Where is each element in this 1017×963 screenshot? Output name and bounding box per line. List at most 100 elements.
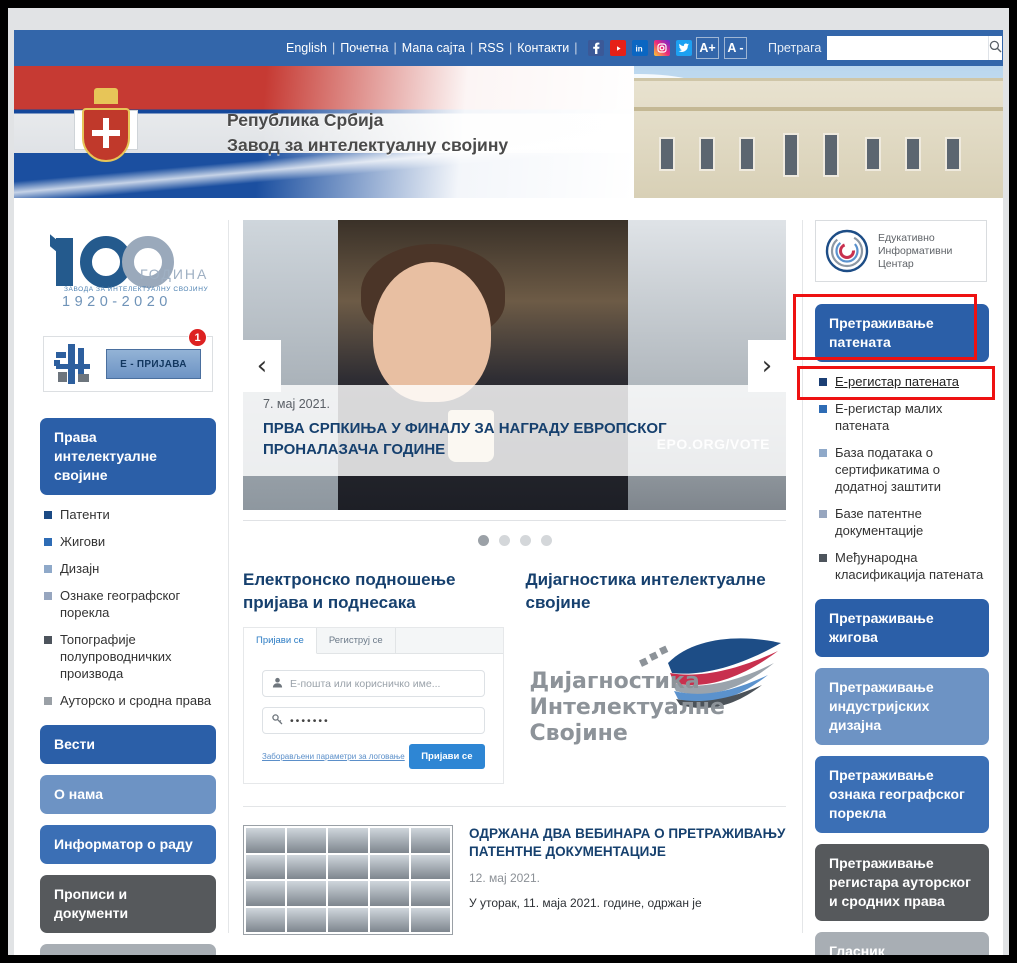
sidebar-button-trademark-search[interactable]: Претраживање жигова [815, 599, 989, 657]
password-field[interactable]: ••••••• [262, 707, 485, 734]
carousel-prev-button[interactable]: ‹ [243, 340, 281, 392]
coat-of-arms-icon [74, 86, 138, 178]
patent-item-documentation-bases[interactable]: Базе патентне документације [819, 505, 989, 539]
twitter-icon[interactable] [676, 40, 693, 56]
centenary-subtitle: ЗАВОДА ЗА ИНТЕЛЕКТУАЛНУ СВОЈИНУ [64, 286, 209, 293]
username-field[interactable]: Е-пошта или корисничко име... [262, 670, 485, 697]
sidebar-button-about-us[interactable]: О нама [40, 775, 216, 814]
login-form: Е-пошта или корисничко име... ••••••• За… [244, 654, 503, 783]
sidebar-button-regulations[interactable]: Прописи и документи [40, 875, 216, 933]
carousel-caption[interactable]: 7. мај 2021. ПРВА СРПКИЊА У ФИНАЛУ ЗА НА… [243, 385, 786, 476]
banner-building-photo [633, 78, 1003, 198]
login-actions: Заборављени параметри за логовање Пријав… [262, 744, 485, 769]
banner-title: Република Србија Завод за интелектуалну … [227, 108, 508, 158]
bullet-icon [44, 592, 52, 600]
sidebar-button-design-search[interactable]: Претраживање индустријских дизајна [815, 668, 989, 745]
carousel-dot-1[interactable] [477, 535, 489, 546]
educational-center-logo[interactable]: Едукативно Информативни Центар [815, 220, 987, 282]
bullet-icon [819, 378, 827, 386]
sidebar-button-work-informator[interactable]: Информатор о раду [40, 825, 216, 864]
sidebar-button-news[interactable]: Вести [40, 725, 216, 764]
banner-title-line2: Завод за интелектуалну својину [227, 135, 509, 155]
news-title[interactable]: ОДРЖАНА ДВА ВЕБИНАРА О ПРЕТРАЖИВАЊУ ПАТЕ… [469, 825, 786, 861]
rights-item-topographies[interactable]: Топографије полупроводничких производа [44, 631, 216, 682]
login-tabs: Пријави се Региструј се [244, 628, 503, 654]
top-link-contacts[interactable]: Контакти [517, 41, 569, 55]
diagnostics-heading: Дијагностика интелектуалне својине [525, 570, 766, 612]
font-increase-button[interactable]: A+ [696, 37, 719, 59]
patent-item-label: Е-регистар малих патената [835, 401, 943, 433]
rights-item-label: Жигови [60, 534, 106, 549]
sidebar-button-rights-infringement[interactable]: Повреда права интелектуалне својине [40, 944, 216, 955]
bullet-icon [819, 405, 827, 413]
news-item: ОДРЖАНА ДВА ВЕБИНАРА О ПРЕТРАЖИВАЊУ ПАТЕ… [243, 806, 786, 935]
patent-item-spc-database[interactable]: База података о сертификатима о додатној… [819, 444, 989, 495]
youtube-icon[interactable] [610, 40, 627, 56]
bullet-icon [44, 511, 52, 519]
nav-separator: | [393, 41, 397, 55]
rights-item-label: Ознаке географског порекла [60, 588, 181, 620]
rights-item-copyright[interactable]: Ауторско и сродна права [44, 692, 216, 709]
diagnostics-word-2: Интелектуалне [529, 695, 725, 720]
page-content: ГОДИНА ЗАВОДА ЗА ИНТЕЛЕКТУАЛНУ СВОЈИНУ 1… [14, 198, 1003, 955]
carousel-dot-3[interactable] [519, 535, 531, 546]
patent-item-label: Међународна класификација патената [835, 550, 984, 582]
instagram-icon[interactable] [654, 40, 671, 56]
sidebar-button-rights[interactable]: Права интелектуалне својине [40, 418, 216, 495]
rights-item-geo-indications[interactable]: Ознаке географског порекла [44, 587, 216, 621]
patent-item-label: Базе патентне документације [835, 506, 924, 538]
font-decrease-button[interactable]: A - [724, 37, 747, 59]
nav-separator: | [470, 41, 474, 55]
search-input[interactable] [827, 36, 989, 60]
e-prijava-button[interactable]: Е - ПРИЈАВА [106, 349, 201, 379]
bullet-icon [44, 538, 52, 546]
carousel-watermark: EPO.ORG/VOTE [656, 436, 770, 452]
rights-submenu: Патенти Жигови Дизајн Ознаке географског… [44, 506, 216, 709]
sidebar-button-patent-search[interactable]: Претраживање патената [815, 304, 989, 362]
e-prijava-notification-badge: 1 [188, 328, 207, 347]
top-link-english[interactable]: English [286, 41, 327, 55]
sidebar-button-ip-gazette[interactable]: Гласник интелектуалне својине [815, 932, 989, 955]
diagnostics-word-3: Својине [529, 721, 628, 746]
nav-separator: | [508, 41, 513, 55]
e-prijava-icon [54, 344, 96, 384]
facebook-icon[interactable] [588, 40, 605, 56]
sidebar-button-geo-indication-search[interactable]: Претраживање ознака географског порекла [815, 756, 989, 833]
tab-sign-in[interactable]: Пријави се [244, 628, 317, 654]
login-submit-button[interactable]: Пријави се [409, 744, 485, 769]
tab-register[interactable]: Региструј се [317, 628, 396, 653]
top-link-sitemap[interactable]: Мапа сајта [402, 41, 465, 55]
diagnostics-logo[interactable]: Дијагностика Интелектуалне Својине [526, 627, 787, 777]
e-filing-heading: Електронско подношење пријава и поднесак… [243, 570, 456, 612]
top-link-rss[interactable]: RSS [478, 41, 504, 55]
username-placeholder: Е-пошта или корисничко име... [290, 677, 441, 690]
sidebar-button-copyright-register-search[interactable]: Претраживање регистара ауторског и сродн… [815, 844, 989, 921]
hero-carousel: ‹ › EPO.ORG/VOTE 7. мај 2021. ПРВА СРПКИ… [243, 220, 786, 510]
forgot-password-link[interactable]: Заборављени параметри за логовање [262, 752, 405, 761]
linkedin-icon[interactable]: in [632, 40, 649, 56]
patent-item-international-classification[interactable]: Међународна класификација патената [819, 549, 989, 583]
mid-two-columns: Електронско подношење пријава и поднесак… [243, 568, 786, 784]
carousel-pagination [243, 520, 786, 550]
search-submit-button[interactable] [988, 36, 1003, 60]
e-prijava-widget[interactable]: Е - ПРИЈАВА 1 [43, 328, 213, 392]
patent-item-label: Е-регистар патената [835, 374, 960, 389]
rights-item-label: Топографије полупроводничких производа [60, 632, 172, 681]
patent-item-e-register-small[interactable]: Е-регистар малих патената [819, 400, 989, 434]
rights-item-trademarks[interactable]: Жигови [44, 533, 216, 550]
news-thumbnail[interactable] [243, 825, 453, 935]
carousel-dot-2[interactable] [498, 535, 510, 546]
carousel-dot-4[interactable] [540, 535, 552, 546]
eic-line-1: Едукативно [878, 231, 935, 244]
rights-item-patents[interactable]: Патенти [44, 506, 216, 523]
rights-item-design[interactable]: Дизајн [44, 560, 216, 577]
nav-separator: | [332, 41, 336, 55]
patent-item-e-register[interactable]: Е-регистар патената [819, 373, 989, 390]
centenary-godina-label: ГОДИНА [140, 266, 209, 282]
diagnostics-word-1: Дијагностика [529, 669, 700, 694]
carousel-next-button[interactable]: › [748, 340, 786, 392]
site-search: Претрага [768, 36, 1003, 60]
top-link-home[interactable]: Почетна [340, 41, 388, 55]
centenary-logo: ГОДИНА ЗАВОДА ЗА ИНТЕЛЕКТУАЛНУ СВОЈИНУ 1… [52, 234, 208, 310]
centenary-years: 1920-2020 [62, 294, 172, 310]
